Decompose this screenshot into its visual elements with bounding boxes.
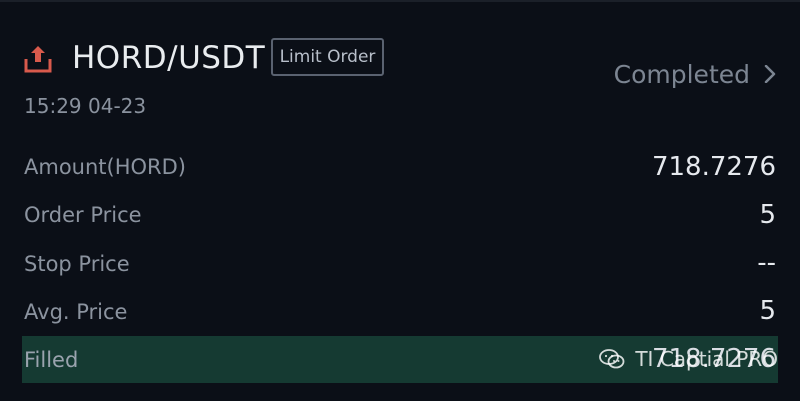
status-link[interactable]: Completed xyxy=(614,54,778,94)
amount-value: 718.7276 xyxy=(651,152,776,182)
watermark-text: TI Captial PRO xyxy=(635,347,778,371)
watermark: TI Captial PRO xyxy=(599,345,778,373)
upload-icon xyxy=(24,46,52,73)
trading-pair: HORD/USDT xyxy=(72,40,266,76)
amount-label: Amount(HORD) xyxy=(24,155,186,179)
chevron-right-icon xyxy=(764,65,776,83)
order-card[interactable]: HORD/USDT Limit Order 15:29 04-23 Comple… xyxy=(0,0,800,401)
order-type-badge: Limit Order xyxy=(271,38,384,76)
filled-label: Filled xyxy=(24,348,79,372)
stop-price-label: Stop Price xyxy=(24,252,130,276)
top-divider xyxy=(0,0,800,2)
order-price-value: 5 xyxy=(759,200,776,230)
order-time: 15:29 04-23 xyxy=(24,94,147,118)
status-text: Completed xyxy=(613,59,750,89)
wechat-icon xyxy=(599,349,625,369)
order-price-label: Order Price xyxy=(24,203,142,227)
avg-price-value: 5 xyxy=(759,296,776,326)
avg-price-label: Avg. Price xyxy=(24,300,128,324)
stop-price-value: -- xyxy=(757,248,776,278)
